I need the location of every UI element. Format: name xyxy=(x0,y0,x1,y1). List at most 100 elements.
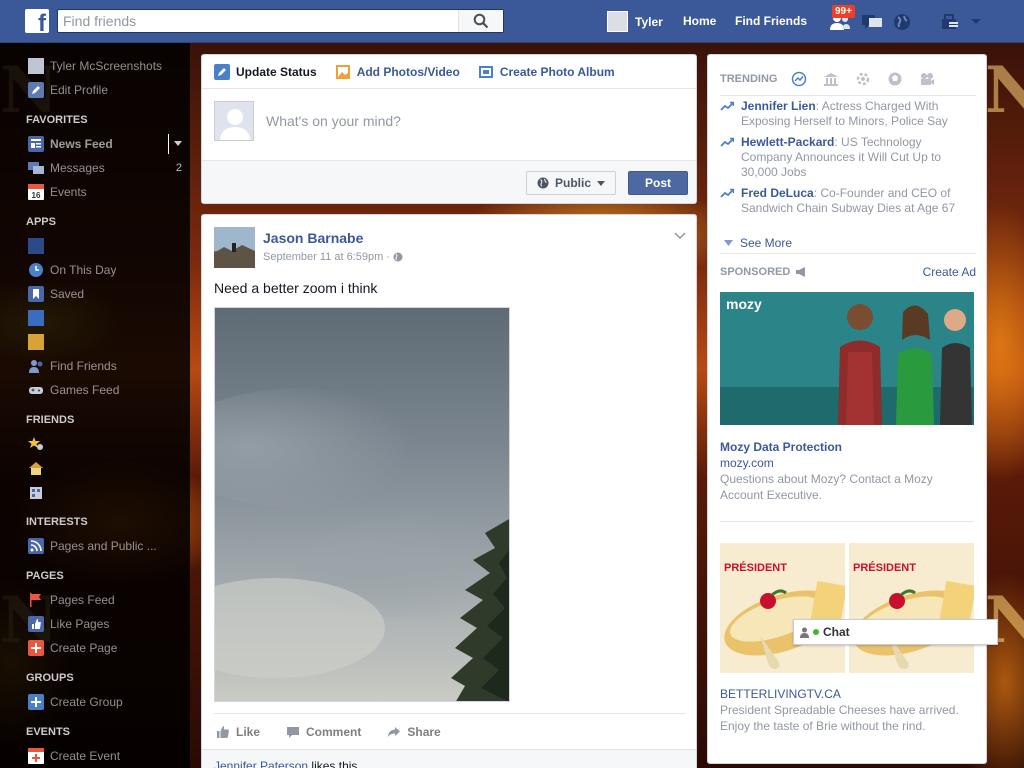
trending-item[interactable]: Hewlett-Packard: US Technology Company A… xyxy=(720,135,976,180)
nav-item-profile[interactable]: Tyler McScreenshots xyxy=(0,54,190,78)
app-grid-icon xyxy=(28,238,44,254)
pencil-icon xyxy=(214,63,230,80)
privacy-selector-button[interactable]: Public xyxy=(525,171,616,195)
nav-item-app[interactable] xyxy=(0,306,190,330)
nav-item-news-feed[interactable]: News Feed xyxy=(0,132,190,156)
ad-image[interactable]: PRÉSIDENT PRÉSIDENT xyxy=(720,543,974,673)
trending-list: Jennifer Lien: Actress Charged With Expo… xyxy=(720,95,976,222)
home-link[interactable]: Home xyxy=(683,14,716,28)
search-icon xyxy=(473,13,489,29)
tab-create-photo-album[interactable]: Create Photo Album xyxy=(478,64,615,80)
nav-item-saved[interactable]: Saved xyxy=(0,282,190,306)
top-bar: f Tyler Home Find Friends 99+ xyxy=(0,0,1024,43)
comment-label: Comment xyxy=(306,724,362,739)
politics-building-icon[interactable] xyxy=(823,71,839,87)
like-label: Like xyxy=(236,724,261,739)
science-gear-icon[interactable] xyxy=(855,71,871,87)
nav-item-pages-and-public-figures[interactable]: Pages and Public ... xyxy=(0,534,190,558)
nav-item-create-group[interactable]: Create Group xyxy=(0,690,190,714)
post-meta: September 11 at 6:59pm · xyxy=(263,251,403,263)
ad-title[interactable]: Mozy Data Protection xyxy=(720,440,842,454)
create-ad-link[interactable]: Create Ad xyxy=(923,265,976,279)
nav-item-label: Saved xyxy=(50,287,85,301)
post-options-chevron-down-icon[interactable] xyxy=(674,229,686,243)
friends-icon xyxy=(28,358,44,374)
search-input[interactable] xyxy=(58,10,458,32)
nav-item-events[interactable]: 16 Events xyxy=(0,180,190,204)
composer-body[interactable]: What's on your mind? xyxy=(202,89,696,161)
ad-divider xyxy=(720,521,974,522)
photos-icon xyxy=(28,310,44,326)
comment-button[interactable]: Comment xyxy=(286,725,361,739)
chevron-down-icon xyxy=(597,180,605,186)
ad-url[interactable]: BETTERLIVINGTV.CA xyxy=(720,687,841,701)
calendar-icon: 16 xyxy=(28,184,44,200)
post-button[interactable]: Post xyxy=(628,171,688,195)
nav-item-create-event[interactable]: Create Event xyxy=(0,744,190,768)
pencil-icon xyxy=(28,82,44,98)
nav-item-messages[interactable]: Messages 2 xyxy=(0,156,190,180)
trending-arrow-icon[interactable] xyxy=(791,71,807,87)
tab-label: Create Photo Album xyxy=(499,64,615,79)
star-friends-icon xyxy=(28,436,44,452)
liker-name-link[interactable]: Jennifer Paterson xyxy=(214,759,308,768)
nav-item-app[interactable] xyxy=(0,234,190,258)
trending-topic-name: Jennifer Lien xyxy=(741,99,816,113)
ad-image[interactable]: mozy xyxy=(720,292,974,425)
post-photo[interactable] xyxy=(214,307,510,702)
nav-item-app[interactable] xyxy=(0,330,190,354)
trending-item[interactable]: Fred DeLuca: Co-Founder and CEO of Sandw… xyxy=(720,186,976,216)
tab-update-status[interactable]: Update Status xyxy=(214,63,317,80)
avatar[interactable] xyxy=(214,227,255,268)
nav-item-label: Games Feed xyxy=(50,383,120,397)
ad-url[interactable]: mozy.com xyxy=(720,456,774,470)
plus-icon xyxy=(28,640,44,656)
thumbs-up-icon xyxy=(28,616,44,632)
share-button[interactable]: Share xyxy=(387,725,441,739)
nav-item-friend-list[interactable] xyxy=(0,456,190,480)
nav-item-edit-profile[interactable]: Edit Profile xyxy=(0,78,190,102)
post-timestamp[interactable]: September 11 at 6:59pm xyxy=(263,251,383,263)
search-button[interactable] xyxy=(458,10,503,32)
tab-add-photos-video[interactable]: Add Photos/Video xyxy=(335,64,460,80)
like-button[interactable]: Like xyxy=(216,725,260,739)
nav-item-friend-list[interactable] xyxy=(0,480,190,504)
messages-icon[interactable] xyxy=(860,10,884,34)
trending-heading: TRENDING xyxy=(720,73,778,85)
find-friends-link[interactable]: Find Friends xyxy=(735,14,807,28)
chat-bar[interactable]: Chat xyxy=(793,619,998,645)
house-icon xyxy=(28,460,44,476)
section-heading-favorites: FAVORITES xyxy=(26,114,88,126)
facebook-logo-icon[interactable]: f xyxy=(25,9,49,33)
profile-link[interactable]: Tyler xyxy=(607,11,663,32)
account-menu-chevron-down-icon[interactable] xyxy=(964,10,988,34)
section-heading-events: EVENTS xyxy=(26,726,71,738)
clock-icon xyxy=(28,262,44,278)
news-feed-options-chevron-icon[interactable] xyxy=(174,138,182,150)
trending-item[interactable]: Jennifer Lien: Actress Charged With Expo… xyxy=(720,99,976,129)
sponsored-heading: SPONSORED xyxy=(720,266,807,278)
privacy-shortcuts-icon[interactable] xyxy=(938,10,962,34)
nav-divider xyxy=(168,134,169,154)
nav-item-games-feed[interactable]: Games Feed xyxy=(0,378,190,402)
composer-footer: Public Post xyxy=(202,161,696,203)
nav-item-on-this-day[interactable]: On This Day xyxy=(0,258,190,282)
notifications-globe-icon[interactable] xyxy=(890,10,914,34)
nav-item-find-friends[interactable]: Find Friends xyxy=(0,354,190,378)
composer-placeholder: What's on your mind? xyxy=(266,113,401,129)
post-author[interactable]: Jason Barnabe xyxy=(263,230,363,246)
nav-item-friend-list[interactable] xyxy=(0,432,190,456)
globe-icon xyxy=(537,177,549,189)
nav-item-create-page[interactable]: Create Page xyxy=(0,636,190,660)
share-icon xyxy=(388,726,401,737)
privacy-label: Public xyxy=(554,176,591,190)
see-more-link[interactable]: See More xyxy=(724,236,792,250)
sports-ball-icon[interactable] xyxy=(887,71,903,87)
nav-item-like-pages[interactable]: Like Pages xyxy=(0,612,190,636)
user-name: Tyler xyxy=(635,14,663,29)
messages-icon xyxy=(28,160,44,176)
entertainment-camera-icon[interactable] xyxy=(919,71,935,87)
trending-arrow-icon xyxy=(720,101,734,111)
nav-item-pages-feed[interactable]: Pages Feed xyxy=(0,588,190,612)
news-feed-icon xyxy=(28,136,44,152)
